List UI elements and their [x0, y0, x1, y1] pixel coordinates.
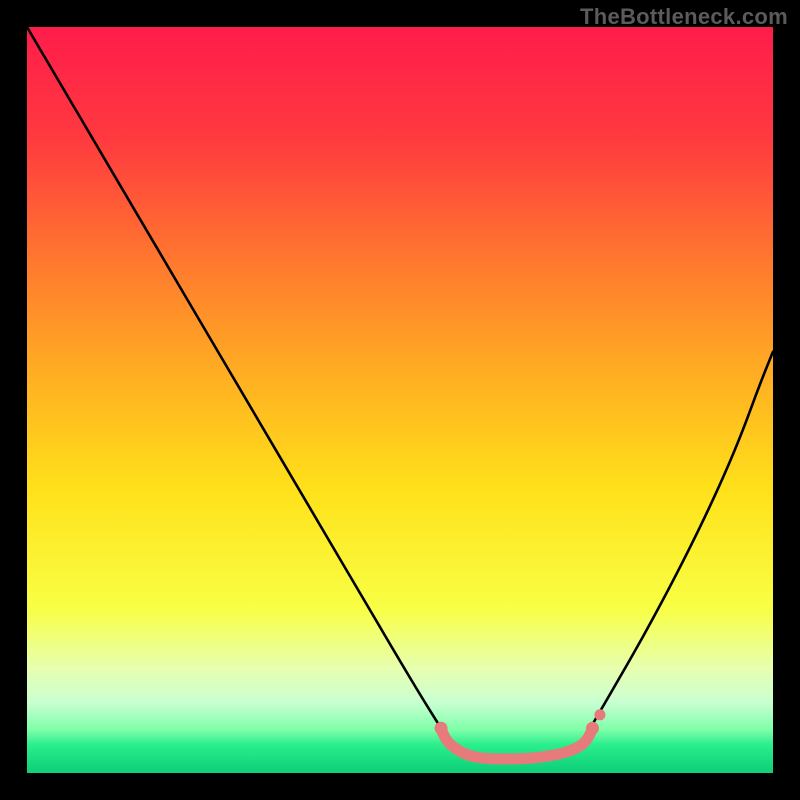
watermark-text: TheBottleneck.com: [580, 4, 788, 30]
marker-dot: [594, 709, 605, 720]
chart-svg: [27, 27, 773, 773]
marker-dot: [586, 722, 599, 735]
chart-frame: TheBottleneck.com: [0, 0, 800, 800]
marker-dot: [435, 722, 448, 735]
chart-plot-area: [27, 27, 773, 773]
